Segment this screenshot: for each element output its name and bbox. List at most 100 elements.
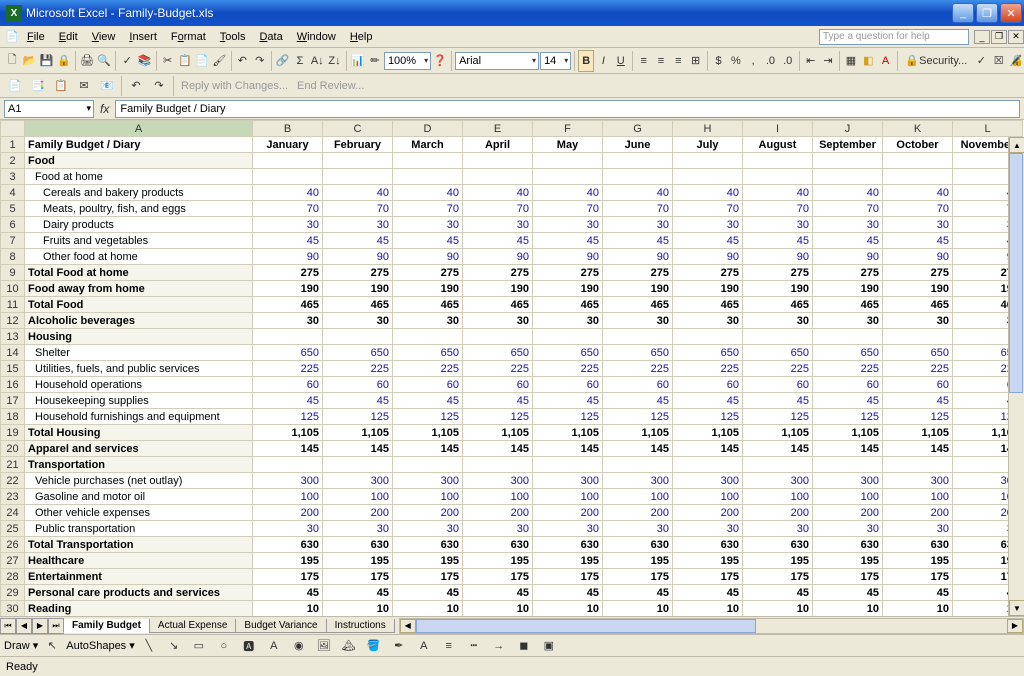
menu-view[interactable]: View xyxy=(85,29,123,45)
cell-value[interactable]: 145 xyxy=(393,441,463,457)
cell-value[interactable]: 30 xyxy=(463,217,533,233)
cell-value[interactable]: 650 xyxy=(603,345,673,361)
row-header-27[interactable]: 27 xyxy=(1,553,25,569)
row-header-24[interactable]: 24 xyxy=(1,505,25,521)
copy-icon[interactable]: 📋 xyxy=(177,50,193,72)
row-label[interactable]: Reading xyxy=(25,601,253,617)
font-color-icon[interactable]: A xyxy=(877,50,893,72)
cell-value[interactable]: 30 xyxy=(883,217,953,233)
cell-value[interactable]: 30 xyxy=(533,217,603,233)
cell-value[interactable]: 630 xyxy=(883,537,953,553)
row-label[interactable]: Shelter xyxy=(25,345,253,361)
cell-value[interactable]: 10 xyxy=(323,601,393,617)
cell-value[interactable]: 40 xyxy=(883,185,953,201)
cell-value[interactable]: 465 xyxy=(323,297,393,313)
cell[interactable] xyxy=(743,169,813,185)
cell-value[interactable]: 45 xyxy=(603,233,673,249)
tb2-icon4[interactable]: ✉ xyxy=(73,75,95,97)
cell[interactable] xyxy=(253,457,323,473)
cell-value[interactable]: 465 xyxy=(883,297,953,313)
cell-value[interactable]: 45 xyxy=(743,233,813,249)
cut-icon[interactable]: ✂ xyxy=(159,50,175,72)
cell-value[interactable]: 200 xyxy=(393,505,463,521)
cell-value[interactable]: 630 xyxy=(463,537,533,553)
cell-value[interactable]: 465 xyxy=(463,297,533,313)
cell[interactable] xyxy=(673,329,743,345)
cell-value[interactable]: 10 xyxy=(463,601,533,617)
cell-value[interactable]: 45 xyxy=(253,233,323,249)
cell-value[interactable]: 190 xyxy=(323,281,393,297)
month-header[interactable]: February xyxy=(323,137,393,153)
row-label[interactable]: Public transportation xyxy=(25,521,253,537)
tb2-icon2[interactable]: 📑 xyxy=(27,75,49,97)
cell-value[interactable]: 650 xyxy=(743,345,813,361)
cell[interactable] xyxy=(603,169,673,185)
row-label[interactable]: Total Transportation xyxy=(25,537,253,553)
cell-value[interactable]: 45 xyxy=(603,393,673,409)
cell-value[interactable]: 190 xyxy=(603,281,673,297)
cell-value[interactable]: 90 xyxy=(323,249,393,265)
tb2-icon6[interactable]: ↶ xyxy=(125,75,147,97)
tb2-icon1[interactable]: 📄 xyxy=(4,75,26,97)
cell-value[interactable]: 275 xyxy=(813,265,883,281)
cell-value[interactable]: 650 xyxy=(463,345,533,361)
cell[interactable] xyxy=(883,457,953,473)
cell-value[interactable]: 45 xyxy=(743,585,813,601)
cell-value[interactable]: 10 xyxy=(883,601,953,617)
cell-value[interactable]: 190 xyxy=(673,281,743,297)
cell-value[interactable]: 300 xyxy=(323,473,393,489)
cell-value[interactable]: 465 xyxy=(813,297,883,313)
cell-value[interactable]: 200 xyxy=(883,505,953,521)
cell-value[interactable]: 90 xyxy=(813,249,883,265)
cell-value[interactable]: 90 xyxy=(533,249,603,265)
cell-value[interactable]: 30 xyxy=(743,217,813,233)
cell-value[interactable]: 40 xyxy=(393,185,463,201)
cell[interactable] xyxy=(673,457,743,473)
row-label[interactable]: Other vehicle expenses xyxy=(25,505,253,521)
wordart-icon[interactable]: A xyxy=(263,635,285,657)
cell-value[interactable]: 275 xyxy=(253,265,323,281)
cell-value[interactable]: 100 xyxy=(533,489,603,505)
cell-value[interactable]: 45 xyxy=(813,585,883,601)
currency-icon[interactable]: $ xyxy=(710,50,726,72)
cell-value[interactable]: 60 xyxy=(883,377,953,393)
cell-value[interactable]: 650 xyxy=(323,345,393,361)
cell-value[interactable]: 30 xyxy=(323,521,393,537)
cell-value[interactable]: 145 xyxy=(463,441,533,457)
cell-value[interactable]: 45 xyxy=(253,585,323,601)
arrow-icon[interactable]: ↘ xyxy=(163,635,185,657)
cell-value[interactable]: 225 xyxy=(463,361,533,377)
col-header-H[interactable]: H xyxy=(673,121,743,137)
cell-value[interactable]: 300 xyxy=(253,473,323,489)
cell-value[interactable]: 30 xyxy=(813,313,883,329)
drawing-icon[interactable]: ✏ xyxy=(367,50,383,72)
cell-value[interactable]: 1,105 xyxy=(463,425,533,441)
cell-value[interactable]: 45 xyxy=(393,233,463,249)
cell-value[interactable]: 45 xyxy=(463,233,533,249)
cell-value[interactable]: 190 xyxy=(743,281,813,297)
cell-value[interactable]: 465 xyxy=(673,297,743,313)
cell-value[interactable]: 30 xyxy=(673,217,743,233)
row-label[interactable]: Total Food at home xyxy=(25,265,253,281)
row-label[interactable]: Fruits and vegetables xyxy=(25,233,253,249)
cell-value[interactable]: 1,105 xyxy=(253,425,323,441)
cell-value[interactable]: 70 xyxy=(323,201,393,217)
cell-value[interactable]: 195 xyxy=(463,553,533,569)
cell-value[interactable]: 650 xyxy=(673,345,743,361)
cell[interactable] xyxy=(463,169,533,185)
cell-value[interactable]: 90 xyxy=(603,249,673,265)
save-icon[interactable]: 💾 xyxy=(39,50,55,72)
cell-value[interactable]: 630 xyxy=(323,537,393,553)
cell-value[interactable]: 30 xyxy=(673,521,743,537)
autosum-icon[interactable]: Σ xyxy=(292,50,308,72)
cell[interactable] xyxy=(253,169,323,185)
scroll-thumb-v[interactable] xyxy=(1009,153,1023,393)
cell-value[interactable]: 125 xyxy=(603,409,673,425)
cell-value[interactable]: 30 xyxy=(253,521,323,537)
cell-value[interactable]: 125 xyxy=(883,409,953,425)
row-header-15[interactable]: 15 xyxy=(1,361,25,377)
cell-value[interactable]: 1,105 xyxy=(323,425,393,441)
row-label[interactable]: Food away from home xyxy=(25,281,253,297)
cell-value[interactable]: 100 xyxy=(743,489,813,505)
cell-value[interactable]: 100 xyxy=(813,489,883,505)
